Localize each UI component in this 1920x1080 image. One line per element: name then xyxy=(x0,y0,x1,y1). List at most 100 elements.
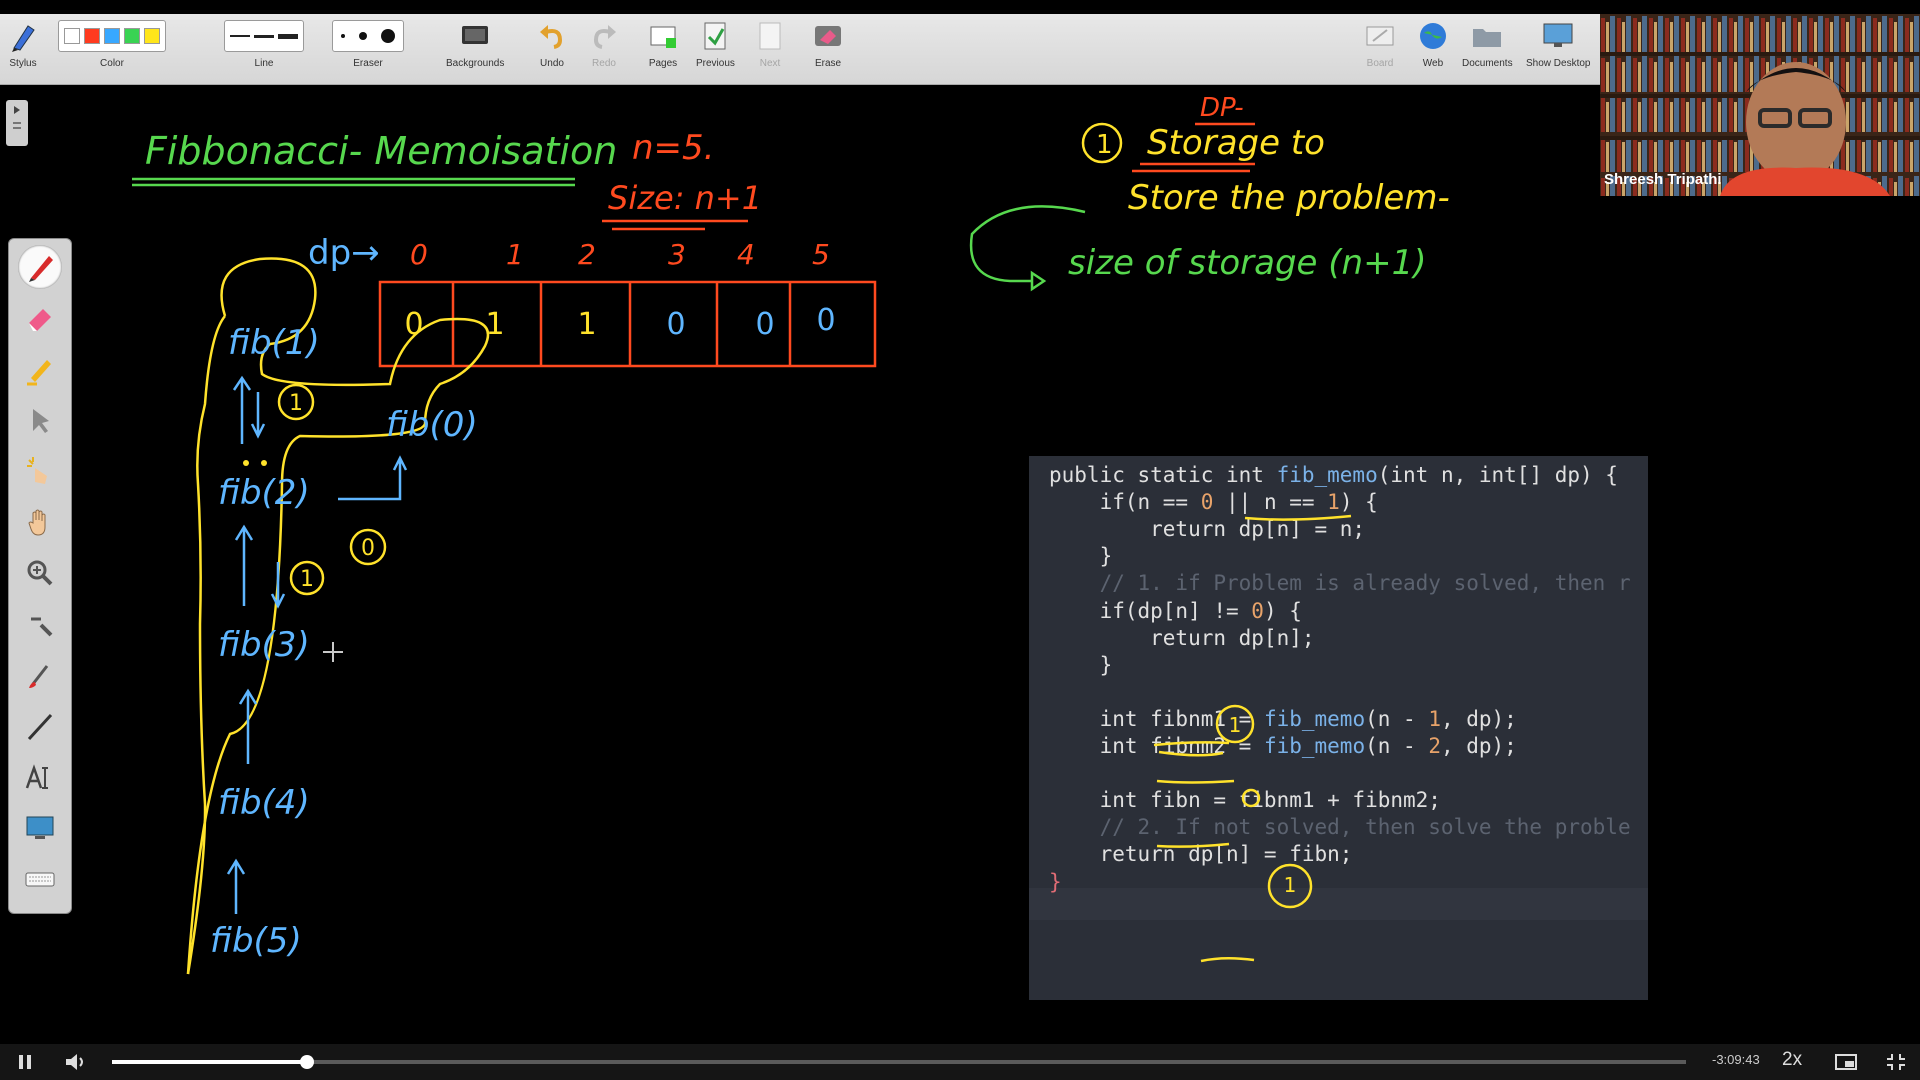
backgrounds-label: Backgrounds xyxy=(446,58,505,69)
pages-label: Pages xyxy=(648,58,678,69)
redo-label: Redo xyxy=(592,58,616,69)
pause-icon[interactable] xyxy=(16,1052,36,1072)
return-value: 0 xyxy=(361,536,375,561)
board-button[interactable]: Board xyxy=(1365,18,1395,69)
tree-node: fib(3) xyxy=(218,625,310,665)
redo-button[interactable]: Redo xyxy=(590,18,618,69)
dp-label: dp→ xyxy=(308,233,380,273)
green-arrow-head xyxy=(1030,270,1047,292)
tree-node: fib(0) xyxy=(386,405,478,445)
note-size-of-storage: size of storage (n+1) xyxy=(1068,243,1426,283)
web-button[interactable]: Web xyxy=(1418,18,1448,69)
dp-array xyxy=(378,280,877,368)
progress-bar[interactable] xyxy=(112,1055,1686,1069)
pages-icon xyxy=(648,18,678,54)
board-title: Fibbonacci- Memoisation xyxy=(145,129,617,173)
medium-eraser-option[interactable] xyxy=(359,32,367,40)
tree-node: fib(1) xyxy=(228,323,320,363)
undo-label: Undo xyxy=(540,58,564,69)
show-desktop-label: Show Desktop xyxy=(1526,58,1591,69)
dp-values: 0 1 1 0 0 0 xyxy=(404,303,835,342)
medium-line-option[interactable] xyxy=(254,34,274,38)
highlight-underline xyxy=(1153,741,1230,757)
next-label: Next xyxy=(759,58,781,69)
code-screenshot: public static int fib_memo(int n, int[] … xyxy=(1029,456,1648,1000)
picture-in-picture-icon[interactable] xyxy=(1834,1052,1858,1072)
dot-mark xyxy=(243,460,249,466)
stylus-icon xyxy=(8,18,38,54)
undo-icon xyxy=(538,18,566,54)
annotation-value: 1 xyxy=(1229,713,1242,737)
call-arrow xyxy=(270,562,286,609)
globe-icon xyxy=(1418,18,1448,54)
annotation-circle xyxy=(1241,788,1261,808)
dp-index: 2 xyxy=(578,238,596,271)
pages-button[interactable]: Pages xyxy=(648,18,678,69)
color-swatch[interactable] xyxy=(124,28,140,44)
thick-line-option[interactable] xyxy=(278,33,298,39)
dot-mark xyxy=(261,460,267,466)
undo-button[interactable]: Undo xyxy=(538,18,566,69)
show-desktop-button[interactable]: Show Desktop xyxy=(1526,18,1590,69)
dp-index: 4 xyxy=(737,238,755,271)
monitor-icon xyxy=(1542,18,1574,54)
storage-underline xyxy=(1132,162,1255,173)
color-label: Color xyxy=(100,58,124,69)
tree-node: fib(5) xyxy=(210,921,302,961)
point-one-number: 1 xyxy=(1096,130,1113,160)
highlight-underline xyxy=(1244,514,1352,521)
eraser-label: Eraser xyxy=(353,58,383,69)
tree-node: fib(4) xyxy=(218,783,310,823)
dp-index: 1 xyxy=(506,238,524,271)
time-remaining: -3:09:43 xyxy=(1712,1052,1760,1067)
return-value: 1 xyxy=(289,391,303,416)
erase-button[interactable]: Erase xyxy=(812,18,844,69)
color-swatches xyxy=(58,20,166,52)
line-label: Line xyxy=(254,58,274,69)
color-swatch[interactable] xyxy=(84,28,100,44)
stylus-tool[interactable]: Stylus xyxy=(8,18,38,69)
title-underline xyxy=(132,177,575,187)
return-arrow xyxy=(226,858,246,914)
folder-icon xyxy=(1471,18,1503,54)
eraser-sizes xyxy=(332,20,404,52)
progress-knob[interactable] xyxy=(300,1055,315,1069)
dp-heading: DP- xyxy=(1200,93,1244,123)
board-icon xyxy=(1365,18,1395,54)
code-annotations: 1 1 xyxy=(1153,514,1352,963)
whiteboard-toolbar: Stylus Color Line Eraser Backgrounds Und… xyxy=(0,14,1600,85)
board-label: Board xyxy=(1366,58,1394,69)
small-eraser-option[interactable] xyxy=(341,34,345,38)
dp-cell-value: 0 xyxy=(816,303,835,338)
erase-icon xyxy=(812,18,844,54)
call-arrow xyxy=(250,392,266,439)
next-button[interactable]: Next xyxy=(756,18,784,69)
documents-label: Documents xyxy=(1462,58,1513,69)
color-swatch[interactable] xyxy=(64,28,80,44)
color-swatch[interactable] xyxy=(144,28,160,44)
large-eraser-option[interactable] xyxy=(381,29,395,43)
thin-line-option[interactable] xyxy=(230,35,250,37)
size-note: Size: n+1 xyxy=(608,179,762,217)
video-player-controls: -3:09:43 2x xyxy=(0,1044,1920,1080)
return-value: 1 xyxy=(300,567,314,592)
progress-fill xyxy=(112,1060,308,1064)
call-tree-nodes: fib(1) fib(0) fib(2) fib(3) fib(4) fib(5… xyxy=(210,323,478,961)
highlight-underline xyxy=(1200,957,1255,963)
dp-index: 3 xyxy=(668,238,686,271)
documents-button[interactable]: Documents xyxy=(1462,18,1513,69)
backgrounds-button[interactable]: Backgrounds xyxy=(446,18,504,69)
color-swatch[interactable] xyxy=(104,28,120,44)
dp-cell-value: 0 xyxy=(755,307,774,342)
erase-label: Erase xyxy=(814,58,842,69)
return-arrow xyxy=(234,524,254,606)
previous-page-icon xyxy=(701,18,729,54)
volume-icon[interactable] xyxy=(64,1052,88,1072)
playback-speed-button[interactable]: 2x xyxy=(1782,1049,1802,1071)
dp-indices: 0 1 2 3 4 5 xyxy=(410,238,830,271)
highlight-underline xyxy=(1156,842,1230,848)
dp-cell-value: 1 xyxy=(577,307,596,342)
exit-fullscreen-icon[interactable] xyxy=(1885,1052,1907,1072)
previous-button[interactable]: Previous xyxy=(696,18,735,69)
highlight-underline xyxy=(1156,779,1235,784)
